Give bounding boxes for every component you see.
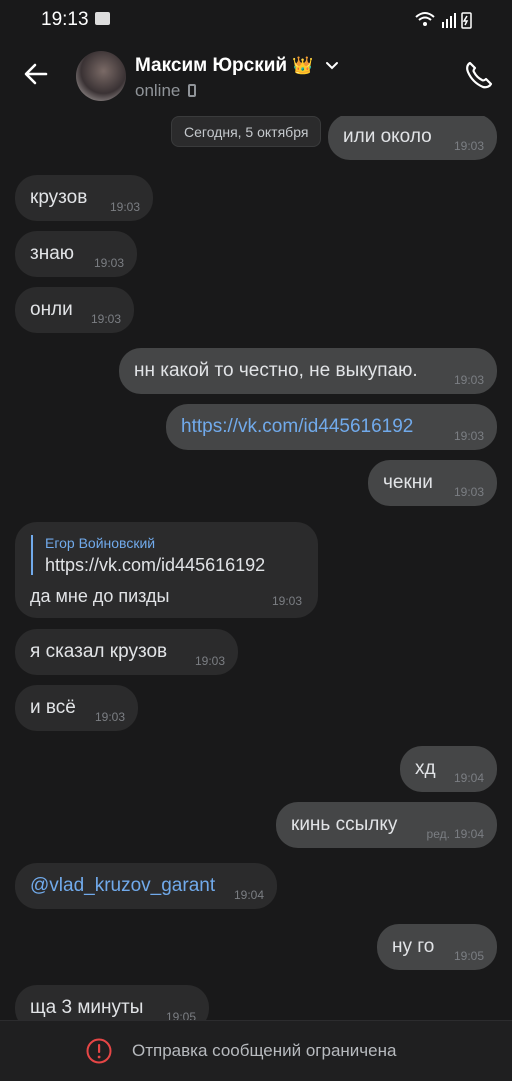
contact-avatar[interactable]	[76, 51, 126, 101]
reply-author[interactable]: Егор Войновский	[45, 535, 155, 551]
message-bubble-incoming[interactable]: я сказал крузов 19:03	[15, 629, 238, 675]
message-time: 19:03	[94, 710, 125, 724]
phone-call-icon[interactable]	[463, 59, 495, 91]
message-text: кинь ссылку	[291, 814, 398, 835]
message-text: ну го	[392, 936, 435, 957]
message-time: 19:03	[109, 200, 140, 214]
message-text: хд	[415, 758, 436, 779]
edited-label: ред.	[426, 827, 450, 841]
message-time: 19:04	[453, 771, 484, 785]
message-bubble-incoming[interactable]: знаю 19:03	[15, 231, 137, 277]
message-bubble-incoming[interactable]: онли 19:03	[15, 287, 134, 333]
message-bubble-incoming[interactable]: ща 3 минуты 19:05	[15, 985, 209, 1020]
message-bubble-outgoing[interactable]: кинь ссылку ред. 19:04	[276, 802, 497, 848]
message-text: крузов	[30, 187, 88, 208]
message-link[interactable]: https://vk.com/id445616192	[181, 416, 413, 438]
chat-header: Максим Юрский 👑 online	[0, 40, 512, 116]
warning-icon	[86, 1038, 112, 1064]
message-bubble-outgoing[interactable]: хд 19:04	[400, 746, 497, 792]
status-time: 19:13	[41, 9, 89, 30]
message-text: онли	[30, 299, 73, 320]
message-bubble-outgoing[interactable]: чекни 19:03	[368, 460, 497, 506]
contact-status: online	[135, 81, 181, 100]
reply-quote-bar	[31, 535, 33, 575]
message-bubble-outgoing[interactable]: или около 19:03	[328, 116, 497, 160]
chevron-down-icon[interactable]	[325, 61, 339, 71]
message-time: 19:04	[453, 827, 484, 841]
system-status-icons	[415, 12, 472, 29]
reply-quoted-text[interactable]: https://vk.com/id445616192	[45, 555, 265, 576]
message-text: да мне до пизды	[30, 586, 170, 606]
message-bubble-outgoing[interactable]: нн какой то честно, не выкупаю. 19:03	[119, 348, 497, 394]
mobile-device-icon	[188, 84, 196, 97]
crown-icon: 👑	[292, 56, 314, 75]
message-time: 19:04	[233, 888, 264, 902]
message-time-edited: ред. 19:04	[427, 827, 484, 841]
back-arrow-icon[interactable]	[22, 60, 50, 88]
message-bubble-outgoing[interactable]: ну го 19:05	[377, 924, 497, 970]
message-time: 19:03	[194, 654, 225, 668]
message-list[interactable]: или около 19:03 Сегодня, 5 октября крузо…	[0, 116, 512, 1020]
message-time: 19:03	[271, 594, 302, 608]
message-bubble-reply[interactable]: Егор Войновский https://vk.com/id4456161…	[15, 522, 318, 618]
message-bubble-incoming[interactable]: крузов 19:03	[15, 175, 153, 221]
message-time: 19:03	[93, 256, 124, 270]
message-text: или около	[343, 126, 432, 147]
message-mention[interactable]: @vlad_kruzov_garant	[30, 875, 215, 897]
message-text: ща 3 минуты	[30, 997, 144, 1018]
message-bubble-incoming[interactable]: и всё 19:03	[15, 685, 138, 731]
messaging-restricted-bar: Отправка сообщений ограничена	[0, 1020, 512, 1081]
message-text: нн какой то честно, не выкупаю.	[134, 360, 418, 381]
message-text: чекни	[383, 472, 433, 493]
date-separator: Сегодня, 5 октября	[171, 116, 322, 147]
message-bubble-incoming[interactable]: @vlad_kruzov_garant 19:04	[15, 863, 277, 909]
contact-name[interactable]: Максим Юрский 👑	[135, 55, 314, 77]
message-time: 19:05	[165, 1010, 196, 1020]
message-text: и всё	[30, 697, 76, 718]
gallery-notification-icon	[95, 12, 110, 25]
message-time: 19:03	[90, 312, 121, 326]
message-time: 19:03	[453, 485, 484, 499]
restriction-message: Отправка сообщений ограничена	[132, 1041, 397, 1060]
message-time: 19:03	[453, 139, 484, 153]
message-time: 19:03	[453, 429, 484, 443]
message-text: знаю	[30, 243, 75, 264]
message-time: 19:03	[453, 373, 484, 387]
status-bar: 19:13	[0, 0, 512, 40]
message-time: 19:05	[453, 949, 484, 963]
message-bubble-outgoing[interactable]: https://vk.com/id445616192 19:03	[166, 404, 497, 450]
message-text: я сказал крузов	[30, 641, 168, 662]
contact-name-text: Максим Юрский	[135, 55, 288, 76]
